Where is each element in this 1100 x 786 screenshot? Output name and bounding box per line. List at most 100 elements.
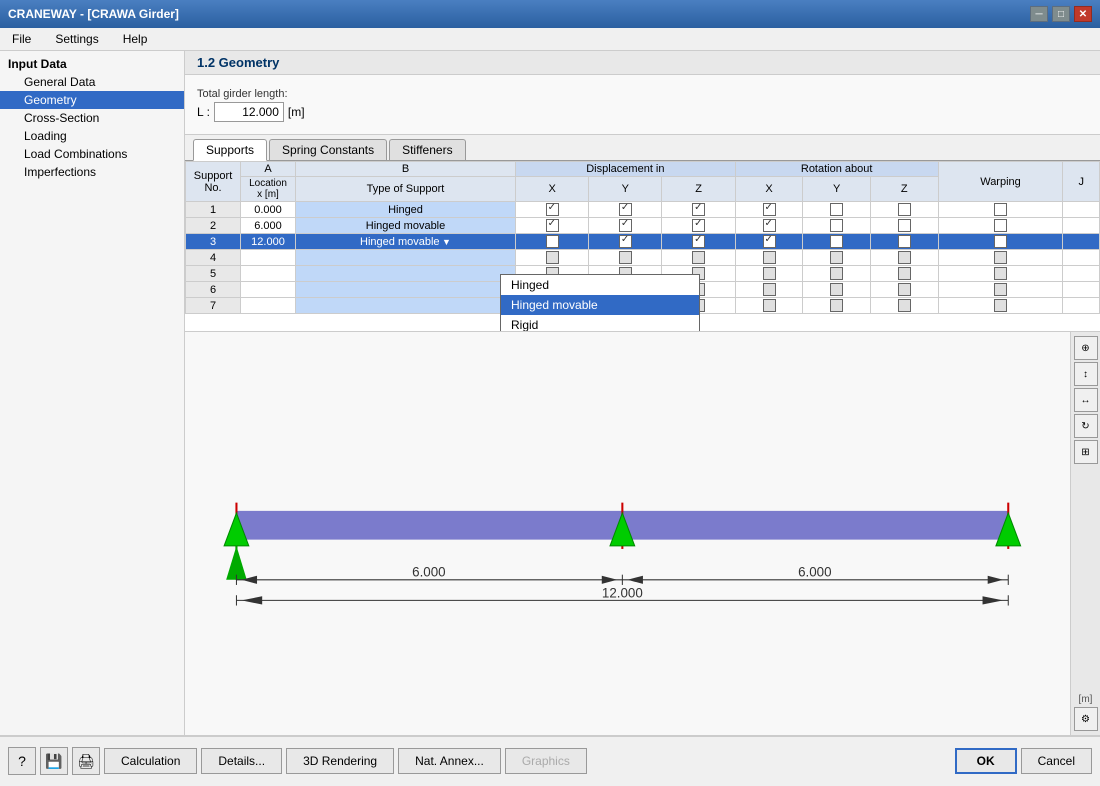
cell-location[interactable]: 6.000 bbox=[241, 218, 296, 234]
checkbox[interactable] bbox=[619, 203, 632, 216]
checkbox[interactable] bbox=[994, 283, 1007, 296]
dropdown-option-hinged-movable[interactable]: Hinged movable bbox=[501, 295, 699, 315]
checkbox[interactable] bbox=[692, 203, 705, 216]
sidebar-section-input-data: Input Data bbox=[0, 55, 184, 73]
cell-type[interactable] bbox=[296, 250, 516, 266]
ok-button[interactable]: OK bbox=[955, 748, 1017, 774]
gfx-btn-view4[interactable]: ↻ bbox=[1074, 414, 1098, 438]
checkbox[interactable] bbox=[898, 219, 911, 232]
length-input[interactable] bbox=[214, 102, 284, 122]
checkbox[interactable] bbox=[546, 251, 559, 264]
cell-location[interactable]: 0.000 bbox=[241, 202, 296, 218]
checkbox[interactable] bbox=[619, 251, 632, 264]
checkbox[interactable] bbox=[830, 219, 843, 232]
checkbox[interactable] bbox=[619, 235, 632, 248]
graphics-toolbar: ⊕ ↕ ↔ ↻ ⊞ [m] ⚙ bbox=[1070, 332, 1100, 735]
gfx-btn-settings[interactable]: ⚙ bbox=[1074, 707, 1098, 731]
checkbox[interactable] bbox=[994, 267, 1007, 280]
checkbox[interactable] bbox=[898, 251, 911, 264]
sidebar-item-cross-section[interactable]: Cross-Section bbox=[0, 109, 184, 127]
dropdown-option-rigid[interactable]: Rigid bbox=[501, 315, 699, 331]
checkbox[interactable] bbox=[546, 203, 559, 216]
cell-location[interactable] bbox=[241, 298, 296, 314]
checkbox[interactable] bbox=[898, 299, 911, 312]
gfx-btn-view3[interactable]: ↔ bbox=[1074, 388, 1098, 412]
checkbox[interactable] bbox=[994, 219, 1007, 232]
cell-type[interactable]: Hinged bbox=[296, 202, 516, 218]
checkbox[interactable] bbox=[830, 251, 843, 264]
cell-type[interactable] bbox=[296, 298, 516, 314]
minimize-button[interactable]: ─ bbox=[1030, 6, 1048, 22]
checkbox[interactable] bbox=[763, 235, 776, 248]
length-input-block: Total girder length: L : [m] bbox=[197, 88, 305, 122]
checkbox[interactable] bbox=[994, 299, 1007, 312]
nat-annex-button[interactable]: Nat. Annex... bbox=[398, 748, 501, 774]
checkbox[interactable] bbox=[763, 283, 776, 296]
sidebar-item-load-combinations[interactable]: Load Combinations bbox=[0, 145, 184, 163]
checkbox[interactable] bbox=[830, 235, 843, 248]
close-button[interactable]: ✕ bbox=[1074, 6, 1092, 22]
gfx-btn-zoom[interactable]: ⊞ bbox=[1074, 440, 1098, 464]
cell-location[interactable] bbox=[241, 250, 296, 266]
maximize-button[interactable]: □ bbox=[1052, 6, 1070, 22]
cell-support-no: 4 bbox=[186, 250, 241, 266]
rendering-button[interactable]: 3D Rendering bbox=[286, 748, 394, 774]
save-icon-button[interactable]: 💾 bbox=[40, 747, 68, 775]
cell-location[interactable]: 12.000 bbox=[241, 234, 296, 250]
sidebar-item-imperfections[interactable]: Imperfections bbox=[0, 163, 184, 181]
cell-type[interactable]: Hinged movable ▼ bbox=[296, 234, 516, 250]
checkbox[interactable] bbox=[994, 235, 1007, 248]
checkbox[interactable] bbox=[763, 219, 776, 232]
checkbox[interactable] bbox=[763, 251, 776, 264]
checkbox[interactable] bbox=[898, 267, 911, 280]
checkbox[interactable] bbox=[763, 203, 776, 216]
checkbox[interactable] bbox=[830, 267, 843, 280]
checkbox[interactable] bbox=[830, 283, 843, 296]
details-button[interactable]: Details... bbox=[201, 748, 282, 774]
checkbox[interactable] bbox=[898, 235, 911, 248]
checkbox[interactable] bbox=[994, 203, 1007, 216]
help-icon-button[interactable]: ? bbox=[8, 747, 36, 775]
cancel-button[interactable]: Cancel bbox=[1021, 748, 1092, 774]
calculation-button[interactable]: Calculation bbox=[104, 748, 197, 774]
checkbox[interactable] bbox=[994, 251, 1007, 264]
checkbox[interactable] bbox=[546, 219, 559, 232]
gfx-btn-view1[interactable]: ⊕ bbox=[1074, 336, 1098, 360]
menu-help[interactable]: Help bbox=[115, 30, 156, 48]
support-table-wrapper: Support No. A B Displacement in Rotation… bbox=[185, 161, 1100, 331]
checkbox[interactable] bbox=[692, 235, 705, 248]
tab-stiffeners[interactable]: Stiffeners bbox=[389, 139, 465, 160]
sidebar-item-loading[interactable]: Loading bbox=[0, 127, 184, 145]
type-dropdown[interactable]: Hinged Hinged movable Rigid Free Lateral… bbox=[500, 274, 700, 331]
menu-settings[interactable]: Settings bbox=[47, 30, 106, 48]
checkbox[interactable] bbox=[619, 219, 632, 232]
gfx-btn-view2[interactable]: ↕ bbox=[1074, 362, 1098, 386]
checkbox[interactable] bbox=[692, 251, 705, 264]
dropdown-option-hinged[interactable]: Hinged bbox=[501, 275, 699, 295]
tab-spring-constants[interactable]: Spring Constants bbox=[269, 139, 387, 160]
support-label-line2: No. bbox=[204, 182, 221, 194]
length-input-row: L : [m] bbox=[197, 102, 305, 122]
checkbox[interactable] bbox=[830, 203, 843, 216]
cell-location[interactable] bbox=[241, 282, 296, 298]
svg-text:6.000: 6.000 bbox=[412, 565, 445, 580]
checkbox[interactable] bbox=[830, 299, 843, 312]
sidebar-item-geometry[interactable]: Geometry bbox=[0, 91, 184, 109]
sidebar-item-general-data[interactable]: General Data bbox=[0, 73, 184, 91]
graphics-button[interactable]: Graphics bbox=[505, 748, 587, 774]
col-header-b: B bbox=[296, 162, 516, 177]
checkbox[interactable] bbox=[898, 203, 911, 216]
menu-file[interactable]: File bbox=[4, 30, 39, 48]
checkbox[interactable] bbox=[763, 267, 776, 280]
cell-type[interactable]: Hinged movable bbox=[296, 218, 516, 234]
cell-type[interactable] bbox=[296, 282, 516, 298]
print-icon-button[interactable]: 🖨 bbox=[72, 747, 100, 775]
checkbox[interactable] bbox=[898, 283, 911, 296]
cell-type[interactable] bbox=[296, 266, 516, 282]
checkbox[interactable] bbox=[546, 235, 559, 248]
tab-supports[interactable]: Supports bbox=[193, 139, 267, 161]
cell-j bbox=[1063, 234, 1100, 250]
checkbox[interactable] bbox=[692, 219, 705, 232]
checkbox[interactable] bbox=[763, 299, 776, 312]
cell-location[interactable] bbox=[241, 266, 296, 282]
